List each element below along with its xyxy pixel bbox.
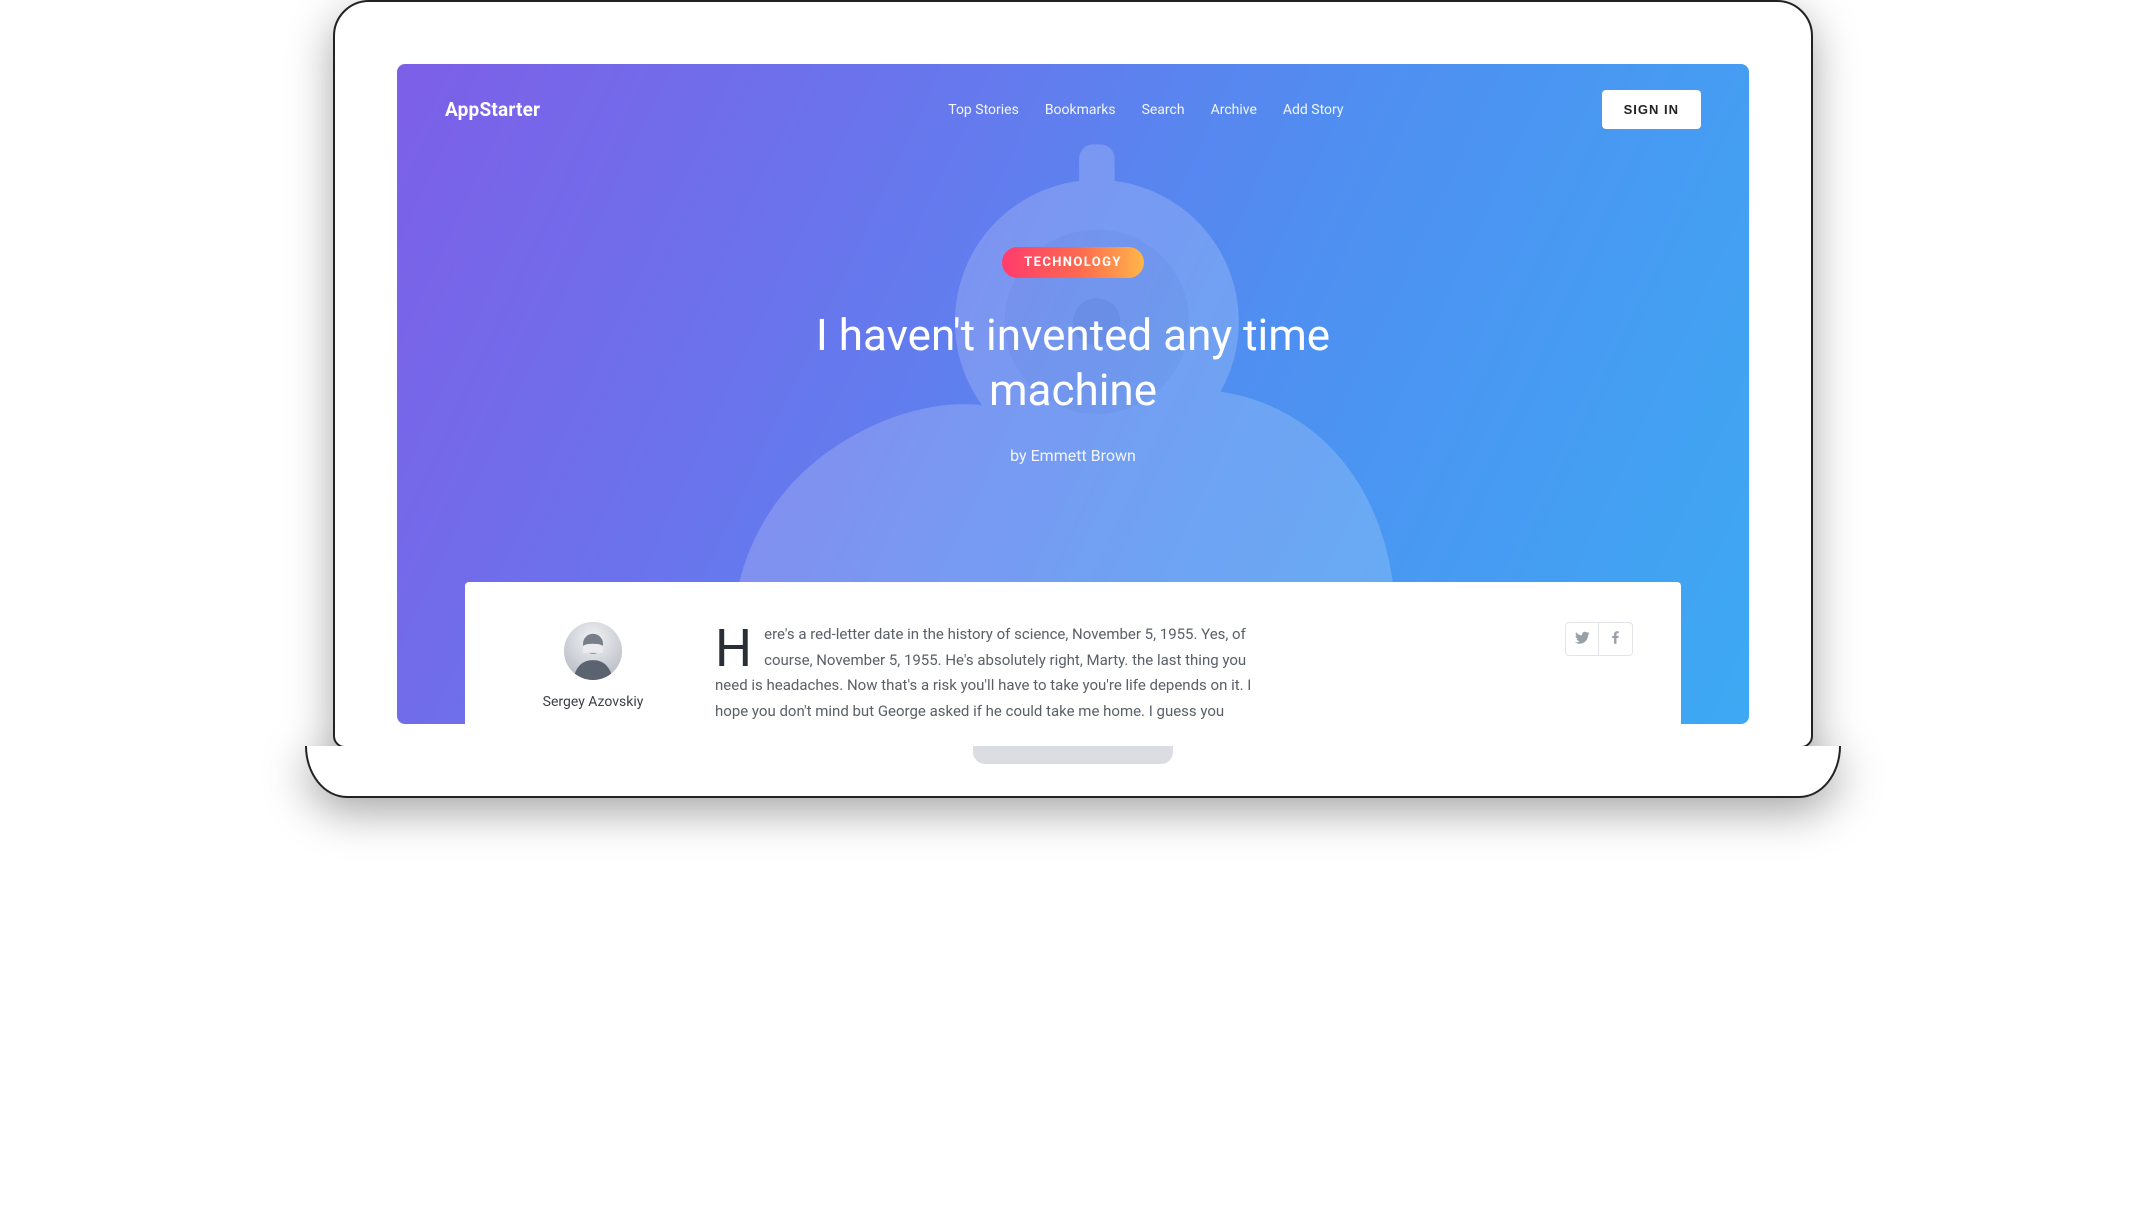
app-screen: AppStarter Top Stories Bookmarks Search …	[397, 64, 1749, 724]
article-title: I haven't invented any time machine	[793, 308, 1353, 418]
dropcap: H	[715, 622, 764, 673]
laptop-base	[305, 746, 1841, 798]
navbar: AppStarter Top Stories Bookmarks Search …	[397, 64, 1749, 155]
article-card: Sergey Azovskiy H ere's a red-letter dat…	[465, 582, 1681, 724]
hero: TECHNOLOGY I haven't invented any time m…	[397, 155, 1749, 465]
twitter-icon	[1575, 630, 1590, 648]
nav-link-add-story[interactable]: Add Story	[1283, 102, 1344, 118]
nav-link-top-stories[interactable]: Top Stories	[948, 102, 1019, 118]
article-byline: by Emmett Brown	[1010, 446, 1136, 465]
share-facebook-button[interactable]	[1599, 622, 1633, 656]
facebook-icon	[1608, 630, 1623, 648]
article-body: H ere's a red-letter date in the history…	[715, 622, 1275, 724]
nav-menu: Top Stories Bookmarks Search Archive Add…	[798, 102, 1343, 118]
nav-link-archive[interactable]: Archive	[1211, 102, 1257, 118]
brand-logo[interactable]: AppStarter	[445, 98, 540, 121]
laptop-notch	[973, 746, 1173, 764]
nav-link-search[interactable]: Search	[1142, 102, 1185, 118]
nav-link-bookmarks[interactable]: Bookmarks	[1045, 102, 1116, 118]
share-buttons	[1565, 622, 1633, 724]
author-avatar[interactable]	[564, 622, 622, 680]
author-name[interactable]: Sergey Azovskiy	[513, 694, 673, 710]
screen-bezel: AppStarter Top Stories Bookmarks Search …	[333, 0, 1813, 748]
laptop-frame: AppStarter Top Stories Bookmarks Search …	[333, 0, 1813, 798]
category-pill[interactable]: TECHNOLOGY	[1002, 247, 1144, 278]
sign-in-button[interactable]: SIGN IN	[1602, 90, 1701, 129]
share-twitter-button[interactable]	[1565, 622, 1599, 656]
article-text: ere's a red-letter date in the history o…	[715, 625, 1251, 720]
author-column: Sergey Azovskiy	[513, 622, 673, 724]
